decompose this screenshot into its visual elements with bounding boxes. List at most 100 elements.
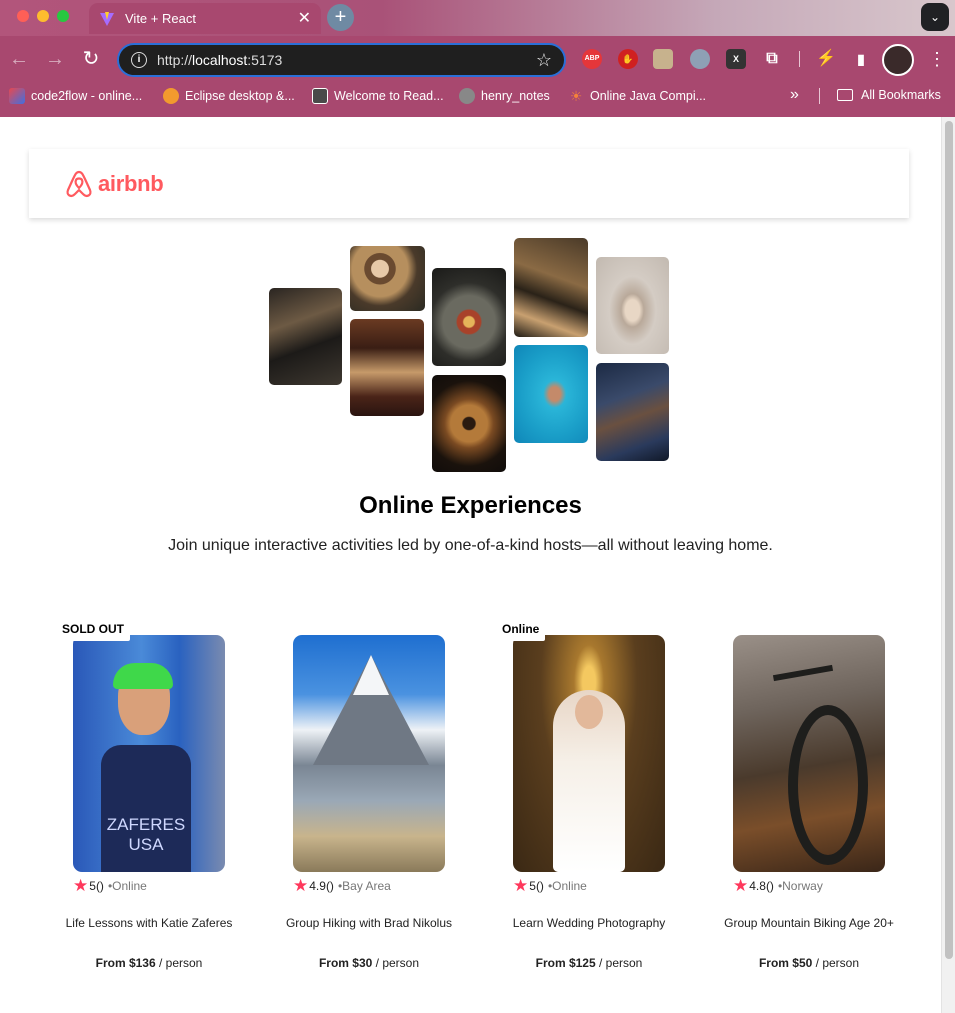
card-review-count: ()	[325, 879, 334, 893]
card-stats: ★ 5 () •Online	[513, 876, 587, 895]
card-price: From $50 / person	[758, 956, 860, 970]
card-title: Group Hiking with Brad Nikolus	[285, 916, 453, 930]
leaf-extension-icon[interactable]: ⚡	[816, 49, 836, 69]
toolbar-divider	[799, 51, 800, 67]
vertical-scrollbar[interactable]	[941, 117, 955, 1013]
reload-icon[interactable]: ↻	[80, 48, 102, 70]
card-photo-matterhorn	[293, 635, 445, 872]
card-stats: ★ 4.8 () •Norway	[733, 876, 823, 895]
close-icon[interactable]: ✕	[298, 10, 311, 27]
adblock-extension-icon[interactable]: ABP	[582, 49, 602, 69]
minimize-window-button[interactable]	[37, 10, 49, 22]
card-location: •Online	[547, 879, 587, 893]
globe-icon	[459, 88, 475, 104]
code2flow-icon	[9, 88, 25, 104]
card-rating: 4.8	[749, 879, 766, 893]
bookmark-item[interactable]: code2flow - online...	[9, 88, 142, 104]
hero-subtitle: Join unique interactive activities led b…	[168, 537, 773, 554]
folder-icon	[837, 89, 853, 101]
page-viewport: airbnb Online Experiences Join unique in…	[0, 117, 941, 1013]
card-price: From $136 / person	[95, 956, 203, 970]
browser-chrome: Vite + React ✕ + ⌄ ← → ↻ i http://localh…	[0, 0, 955, 117]
eclipse-icon	[163, 88, 179, 104]
bookmark-item[interactable]: henry_notes	[459, 88, 550, 104]
experience-card[interactable]	[513, 635, 665, 872]
back-arrow-icon[interactable]: ←	[8, 48, 30, 70]
extension-image-icon[interactable]	[653, 49, 673, 69]
forward-arrow-icon[interactable]: →	[44, 48, 66, 70]
photo-singer	[596, 363, 669, 461]
card-photo-katie: ZAFERES USA	[73, 635, 225, 872]
url-text: http://localhost:5173	[157, 52, 283, 68]
side-panel-icon[interactable]: ▮	[851, 49, 871, 69]
bookmark-item[interactable]: Welcome to Read...	[312, 88, 444, 104]
bookmark-star-icon[interactable]: ☆	[536, 50, 552, 71]
profile-avatar[interactable]	[882, 44, 914, 76]
toolbar: ← → ↻ i http://localhost:5173 ☆ ABP ✋ X …	[0, 36, 955, 82]
tab-vite-react[interactable]: Vite + React ✕	[89, 3, 321, 34]
card-location: •Norway	[777, 879, 823, 893]
vite-icon	[100, 11, 114, 26]
book-icon	[312, 88, 328, 104]
more-menu-icon[interactable]: ⋮	[928, 48, 946, 70]
card-location: •Online	[107, 879, 147, 893]
card-review-count: ()	[535, 879, 544, 893]
new-tab-button[interactable]: +	[327, 4, 354, 31]
card-stats: ★ 4.9 () •Bay Area	[293, 876, 391, 895]
bookmark-item[interactable]: Eclipse desktop &...	[163, 88, 295, 104]
experience-card[interactable]	[733, 635, 885, 872]
card-rating: 5	[529, 879, 536, 893]
tab-title: Vite + React	[125, 11, 196, 26]
puzzle-extensions-icon[interactable]: ⧉	[762, 49, 782, 69]
zoom-window-button[interactable]	[57, 10, 69, 22]
site-navbar: airbnb	[29, 149, 909, 218]
star-icon: ★	[73, 876, 89, 895]
star-icon: ★	[513, 876, 529, 895]
stop-hand-extension-icon[interactable]: ✋	[618, 49, 638, 69]
bookmarks-divider	[819, 88, 820, 104]
card-photo-mountain-bike	[733, 635, 885, 872]
extension-search-icon[interactable]	[690, 49, 710, 69]
card-stats: ★ 5 () •Online	[73, 876, 147, 895]
tab-search-button[interactable]: ⌄	[921, 3, 949, 31]
card-rating: 4.9	[309, 879, 326, 893]
star-icon: ★	[733, 876, 749, 895]
card-review-count: ()	[765, 879, 774, 893]
photo-swimmer	[514, 345, 588, 443]
compiler-icon: ☀	[569, 88, 583, 104]
photo-smiling-woman	[350, 246, 425, 311]
photo-meditation	[596, 257, 669, 354]
photo-plated-dish	[432, 268, 506, 366]
card-photo-bride	[513, 635, 665, 872]
card-title: Group Mountain Biking Age 20+	[724, 916, 894, 930]
jersey-text: ZAFERES USA	[101, 745, 191, 872]
card-location: •Bay Area	[337, 879, 391, 893]
status-badge: Online	[496, 617, 546, 641]
all-bookmarks-button[interactable]: All Bookmarks	[837, 88, 941, 102]
close-window-button[interactable]	[17, 10, 29, 22]
airbnb-belo-icon	[66, 170, 92, 197]
card-review-count: ()	[95, 879, 104, 893]
status-badge: SOLD OUT	[56, 617, 130, 641]
card-rating: 5	[89, 879, 96, 893]
address-bar[interactable]: i http://localhost:5173 ☆	[117, 43, 566, 77]
extension-x-icon[interactable]: X	[726, 49, 746, 69]
experience-card[interactable]: ZAFERES USA	[73, 635, 225, 872]
logo-text: airbnb	[98, 171, 164, 196]
airbnb-logo[interactable]: airbnb	[64, 169, 164, 199]
star-icon: ★	[293, 876, 309, 895]
scrollbar-thumb[interactable]	[945, 121, 953, 959]
hero-title: Online Experiences	[359, 492, 582, 519]
bookmark-item[interactable]: ☀ Online Java Compi...	[568, 88, 706, 104]
card-price: From $30 / person	[318, 956, 420, 970]
photo-guitar	[432, 375, 506, 472]
photo-dancer-doorway	[350, 319, 424, 416]
photo-microphone	[514, 238, 588, 337]
chevron-right-icon[interactable]: »	[790, 86, 799, 104]
card-price: From $125 / person	[535, 956, 643, 970]
experience-card[interactable]	[293, 635, 445, 872]
card-title: Life Lessons with Katie Zaferes	[65, 916, 233, 930]
site-info-icon[interactable]: i	[131, 52, 147, 68]
photo-cooking	[269, 288, 342, 385]
bookmarks-bar: code2flow - online... Eclipse desktop &.…	[0, 82, 955, 110]
